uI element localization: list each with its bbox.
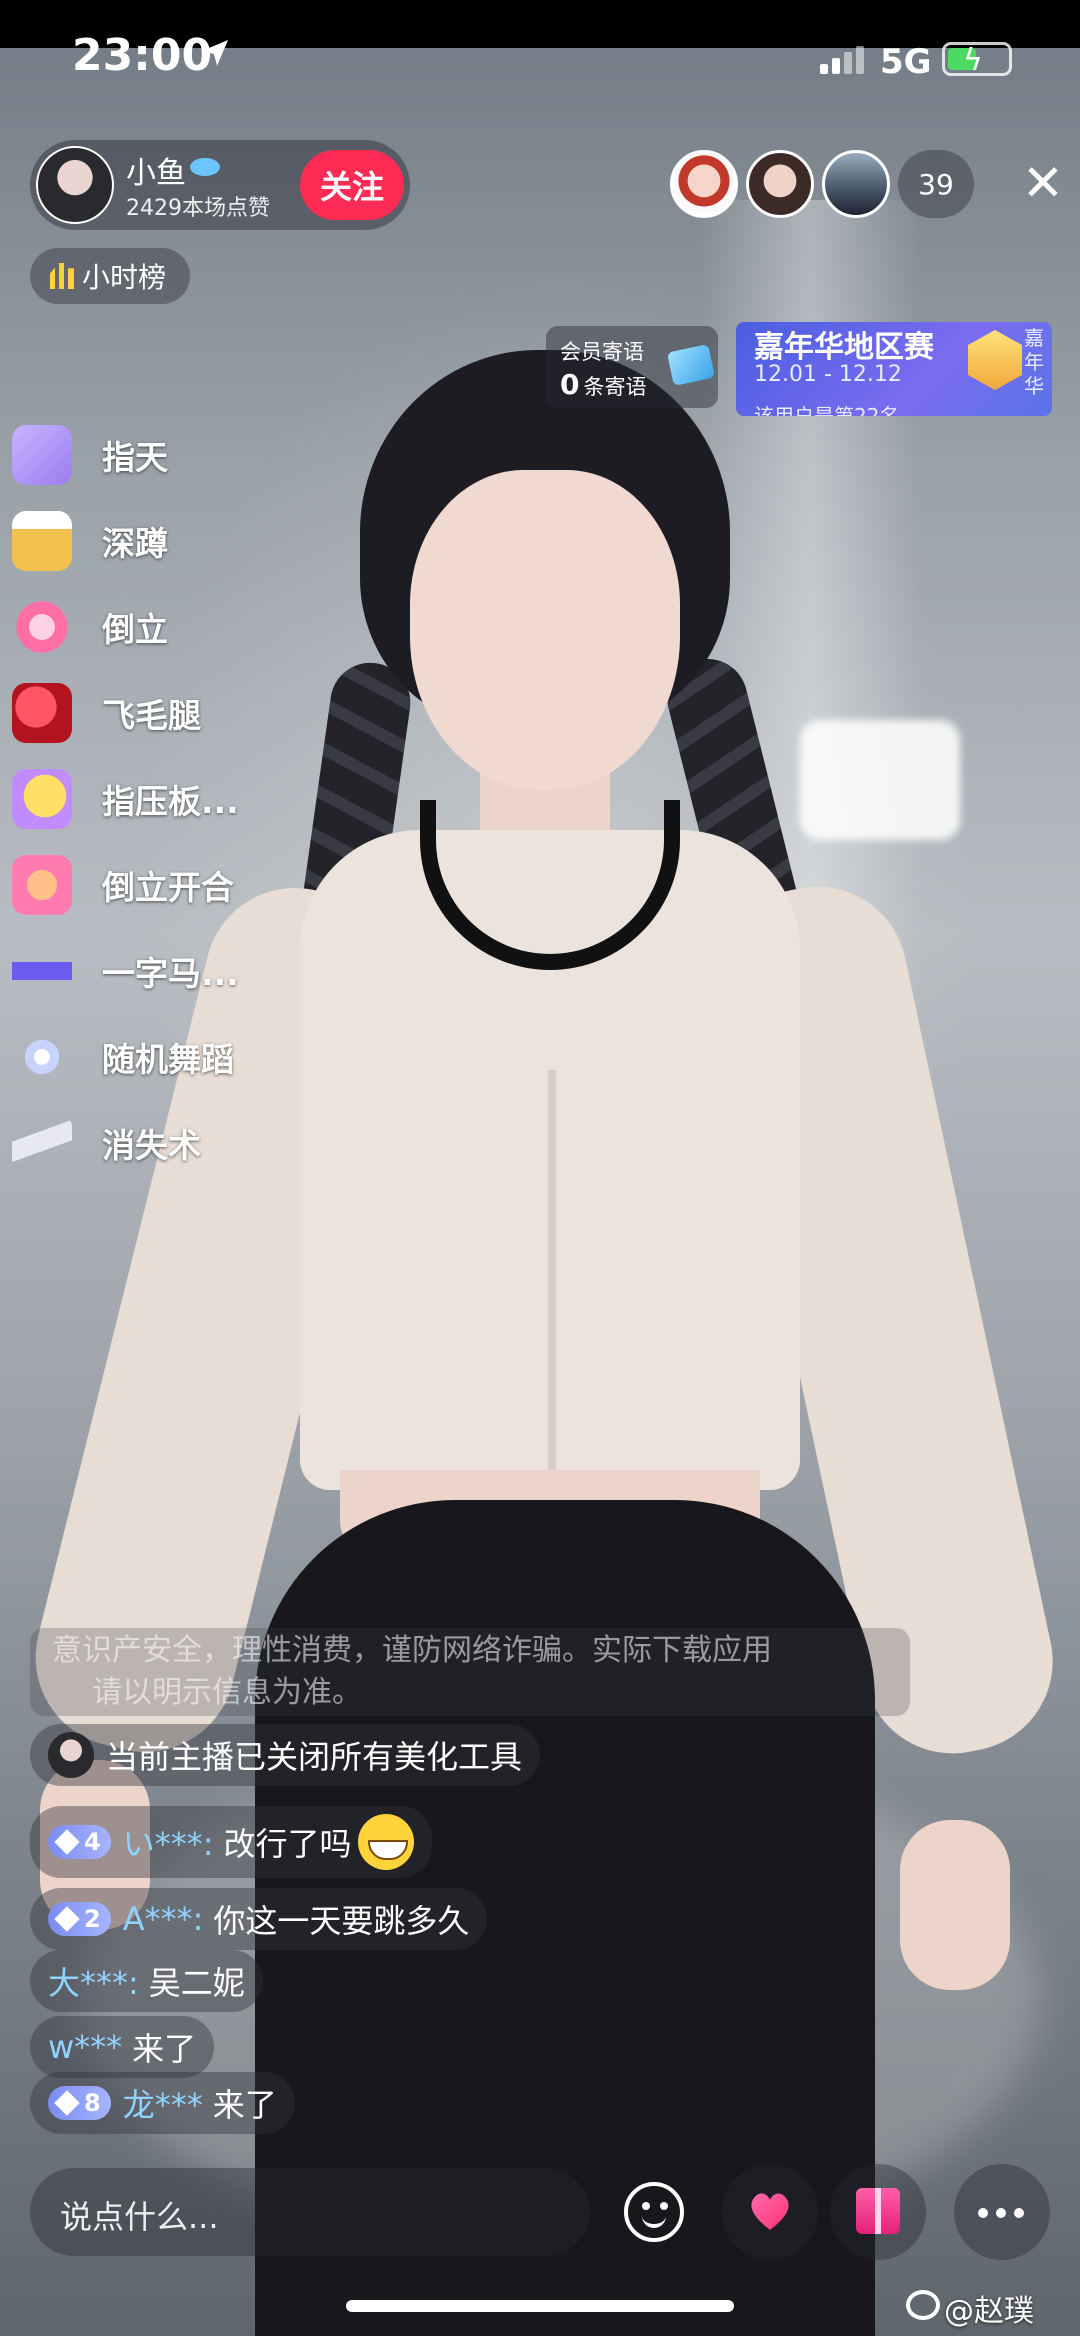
chat-text: 吴二妮: [148, 1964, 245, 2002]
gift-item[interactable]: 指压板...: [12, 764, 282, 834]
home-indicator[interactable]: [346, 2300, 734, 2312]
gem-icon: [54, 1906, 80, 1932]
platform-notice: 意识产安全，理性消费，谨防网络诈骗。实际下载应用 请以明示信息为准。: [30, 1628, 910, 1716]
gift-item[interactable]: 一字马...: [12, 936, 282, 1006]
chat-text: 改行了吗: [223, 1825, 352, 1863]
chat-username[interactable]: A***:: [123, 1900, 204, 1938]
level-badge: 4: [48, 1825, 111, 1859]
battery-icon: ϟ: [942, 42, 1012, 78]
watermark: @赵璞: [944, 2294, 1034, 2329]
signal-icon: [820, 46, 864, 74]
event-banner[interactable]: 嘉年华地区赛 12.01 - 12.12 该用户是第22名 嘉年华: [736, 322, 1052, 416]
event-subtitle: 该用户是第22名: [754, 404, 900, 416]
host-avatar-small: [48, 1732, 94, 1778]
pink-face-icon: [12, 855, 72, 915]
gift-item[interactable]: 深蹲: [12, 506, 282, 576]
eye-icon: [190, 158, 220, 176]
comment-input[interactable]: 说点什么...: [30, 2168, 590, 2256]
rose-bouquet-icon: [12, 683, 72, 743]
host-info[interactable]: 小鱼 2429本场点赞 关注: [30, 140, 410, 230]
chat-text: 来了: [212, 2086, 277, 2124]
event-title: 嘉年华地区赛: [754, 330, 934, 365]
lollipop-icon: [12, 597, 72, 657]
gift-box-icon: [856, 2188, 900, 2234]
level-badge: 2: [48, 1902, 111, 1936]
more-button[interactable]: [954, 2164, 1050, 2260]
gem-icon: [54, 2090, 80, 2116]
close-icon[interactable]: ✕: [1018, 158, 1068, 210]
beer-mug-icon: [12, 511, 72, 571]
member-message-box[interactable]: 会员寄语 0 条寄语: [546, 326, 718, 408]
heart-icon: [748, 2190, 792, 2234]
member-message-count: 0 条寄语: [560, 368, 647, 401]
chat-message[interactable]: 4 い***: 改行了吗: [30, 1806, 432, 1878]
comment-placeholder: 说点什么...: [60, 2198, 219, 2236]
gem-icon: [54, 1829, 80, 1855]
chat-username[interactable]: 大***:: [48, 1958, 139, 2004]
viewer-avatar[interactable]: [822, 150, 890, 218]
event-badge-icon: [968, 330, 1022, 390]
viewer-count[interactable]: 39: [898, 150, 974, 218]
gift-button[interactable]: [830, 2164, 926, 2260]
duck-icon: [12, 769, 72, 829]
like-button[interactable]: [722, 2164, 818, 2260]
weibo-icon: [906, 2290, 940, 2320]
emoji-icon[interactable]: [624, 2182, 684, 2242]
chat-message[interactable]: 8 龙*** 来了: [30, 2072, 295, 2134]
gift-item[interactable]: 倒立开合: [12, 850, 282, 920]
location-arrow-icon: [202, 40, 228, 66]
host-avatar[interactable]: [36, 146, 114, 224]
gift-item[interactable]: 倒立: [12, 592, 282, 662]
plane-icon: [12, 1113, 72, 1173]
viewer-avatar[interactable]: [670, 150, 738, 218]
gift-item[interactable]: 飞毛腿: [12, 678, 282, 748]
envelope-icon: [666, 344, 716, 386]
sunglasses-icon: [12, 941, 72, 1001]
card-icon: [12, 425, 72, 485]
event-dates: 12.01 - 12.12: [754, 362, 902, 387]
gift-item[interactable]: 消失术: [12, 1108, 282, 1178]
charging-bolt-icon: ϟ: [963, 43, 983, 78]
member-message-title: 会员寄语: [560, 340, 644, 364]
rank-label: 小时榜: [82, 261, 167, 294]
hourly-rank-button[interactable]: 小时榜: [30, 248, 190, 304]
chat-message[interactable]: 2 A***: 你这一天要跳多久: [30, 1888, 488, 1950]
gift-item[interactable]: 随机舞蹈: [12, 1022, 282, 1092]
chat-text: 来了: [132, 2030, 197, 2068]
chat-message[interactable]: w*** 来了: [30, 2016, 215, 2078]
event-side-text: 嘉年华: [1024, 326, 1044, 398]
chat-username[interactable]: い***:: [123, 1819, 214, 1865]
viewer-avatar[interactable]: [746, 150, 814, 218]
level-badge: 8: [48, 2086, 111, 2120]
follow-button[interactable]: 关注: [300, 150, 404, 220]
system-message: 当前主播已关闭所有美化工具: [30, 1724, 541, 1786]
sparkle-icon: [12, 1027, 72, 1087]
chat-message[interactable]: 大***: 吴二妮: [30, 1950, 263, 2012]
more-dots-icon: [978, 2208, 988, 2218]
chat-text: 你这一天要跳多久: [213, 1902, 470, 1940]
host-name: 小鱼: [126, 156, 186, 191]
status-time: 23:00: [72, 30, 213, 81]
chat-username[interactable]: 龙***: [123, 2080, 203, 2126]
host-likes: 2429本场点赞: [126, 196, 270, 221]
gift-item[interactable]: 指天: [12, 420, 282, 490]
network-label: 5G: [880, 42, 932, 82]
chat-username[interactable]: w***: [48, 2028, 122, 2066]
grinning-emoji-icon: [357, 1814, 414, 1870]
rank-bars-icon: [50, 263, 74, 289]
